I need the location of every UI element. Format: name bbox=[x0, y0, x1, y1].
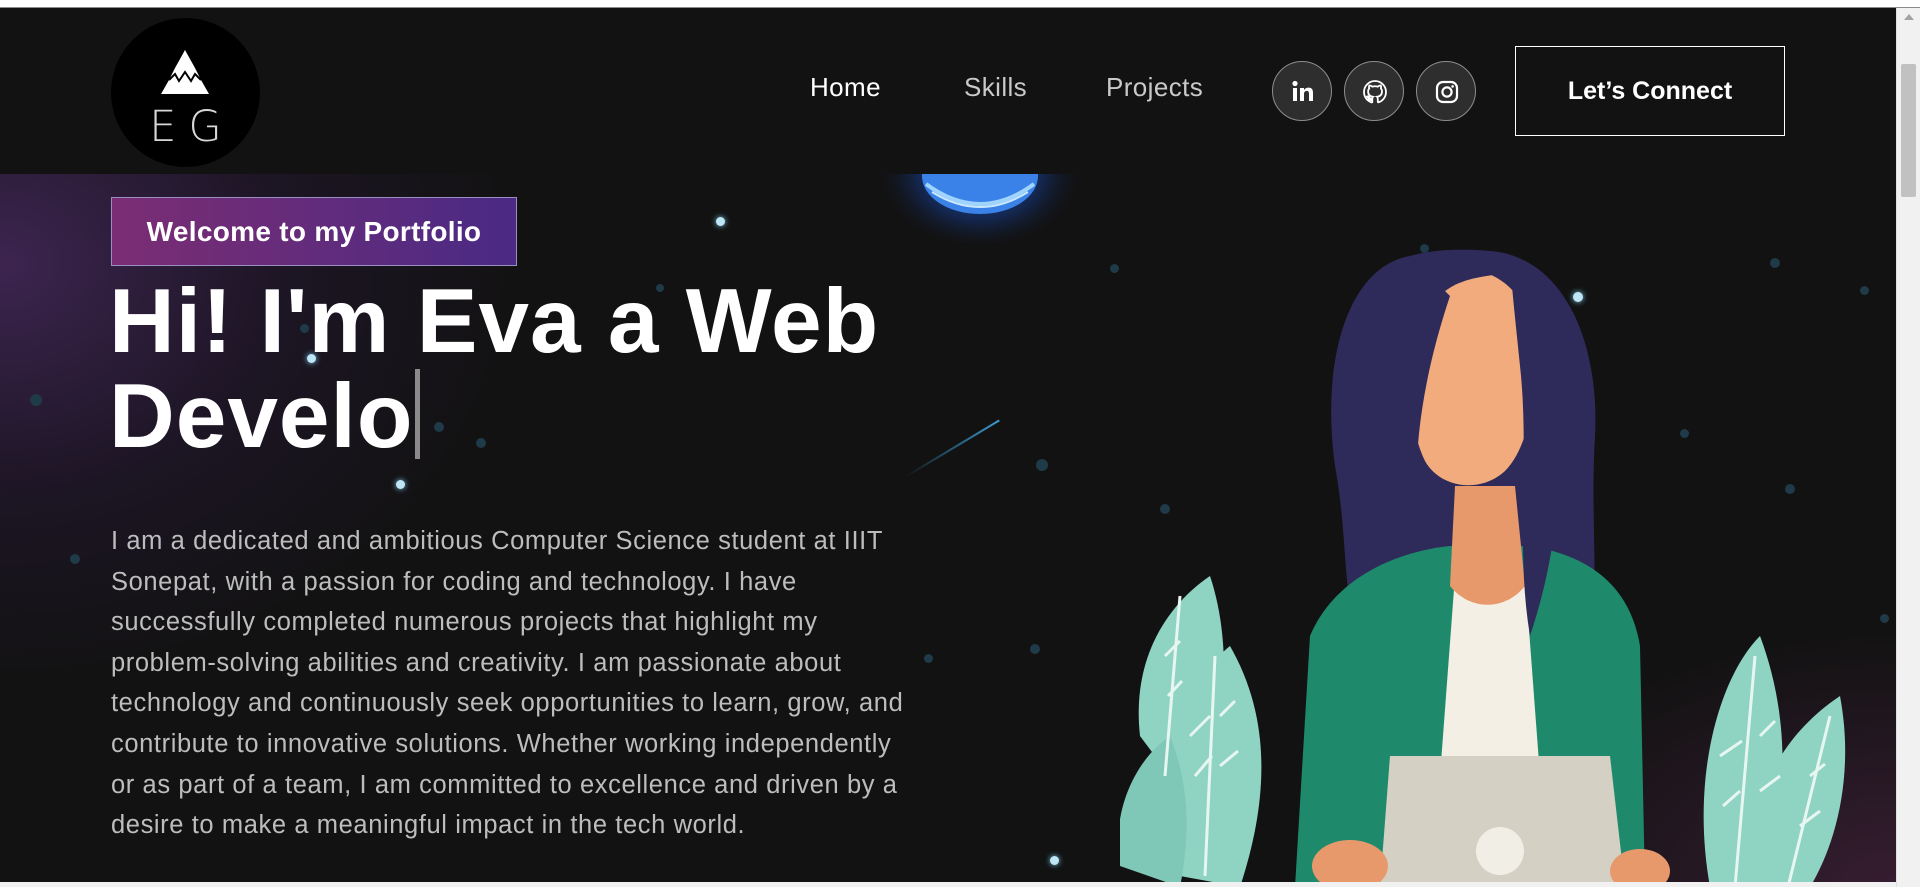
star-dot bbox=[1050, 856, 1059, 865]
star-dot bbox=[1110, 264, 1119, 273]
lets-connect-button[interactable]: Let’s Connect bbox=[1515, 46, 1785, 136]
github-button[interactable] bbox=[1344, 61, 1404, 121]
github-icon bbox=[1363, 80, 1387, 104]
star-dot bbox=[716, 217, 725, 226]
bio-line: successfully completed numerous projects… bbox=[111, 608, 818, 637]
woman-with-laptop-illustration bbox=[1120, 249, 1846, 887]
headline-line-1: Hi! I'm Eva a Web bbox=[109, 271, 880, 372]
star-dot bbox=[30, 394, 42, 406]
browser-top-edge bbox=[0, 0, 1920, 8]
right-leaves bbox=[1703, 636, 1846, 887]
shirt bbox=[1440, 576, 1540, 776]
hero-section: Welcome to my Portfolio Hi! I'm Eva a We… bbox=[0, 174, 1896, 887]
bio-line: contribute to innovative solutions. Whet… bbox=[111, 729, 892, 758]
navbar: EG Home Skills Projects Let’s Connect bbox=[0, 8, 1896, 174]
star-dot bbox=[1880, 614, 1889, 623]
typing-caret bbox=[415, 369, 421, 459]
bio-line: desire to make a meaningful impact in th… bbox=[111, 811, 746, 840]
star-dot bbox=[1860, 286, 1869, 295]
logo[interactable]: EG bbox=[111, 18, 260, 167]
nav-projects-link[interactable]: Projects bbox=[1106, 74, 1203, 100]
bio-paragraph: I am a dedicated and ambitious Computer … bbox=[111, 521, 1046, 846]
bio-line: Sonepat, with a passion for coding and t… bbox=[111, 567, 797, 596]
neck bbox=[1450, 486, 1525, 605]
welcome-tagline: Welcome to my Portfolio bbox=[111, 197, 517, 266]
logo-letters: EG bbox=[149, 102, 234, 152]
planet-glow-icon bbox=[875, 174, 1085, 244]
portfolio-page: EG Home Skills Projects Let’s Connect We… bbox=[0, 0, 1920, 887]
linkedin-button[interactable] bbox=[1272, 61, 1332, 121]
laptop-logo-icon bbox=[1476, 827, 1524, 875]
nav-skills-link[interactable]: Skills bbox=[964, 74, 1027, 100]
scroll-up-arrow-icon[interactable] bbox=[1897, 8, 1920, 26]
linkedin-icon bbox=[1292, 80, 1313, 101]
nav-home-link[interactable]: Home bbox=[810, 74, 881, 100]
star-dot bbox=[396, 480, 405, 489]
hero-headline: Hi! I'm Eva a Web Develo bbox=[109, 274, 1069, 464]
instagram-button[interactable] bbox=[1416, 61, 1476, 121]
star-dot bbox=[70, 554, 80, 564]
left-leaves bbox=[1120, 576, 1262, 887]
vertical-scrollbar[interactable] bbox=[1896, 8, 1920, 887]
page-bottom-edge bbox=[0, 882, 1896, 887]
bio-line: or as part of a team, I am committed to … bbox=[111, 770, 898, 799]
bio-line: technology and continuously seek opportu… bbox=[111, 689, 904, 718]
headline-line-2: Develo bbox=[109, 366, 414, 467]
instagram-icon bbox=[1435, 80, 1459, 104]
bio-line: I am a dedicated and ambitious Computer … bbox=[111, 527, 884, 555]
bio-line: problem-solving abilities and creativity… bbox=[111, 648, 842, 677]
scroll-thumb[interactable] bbox=[1901, 64, 1916, 197]
